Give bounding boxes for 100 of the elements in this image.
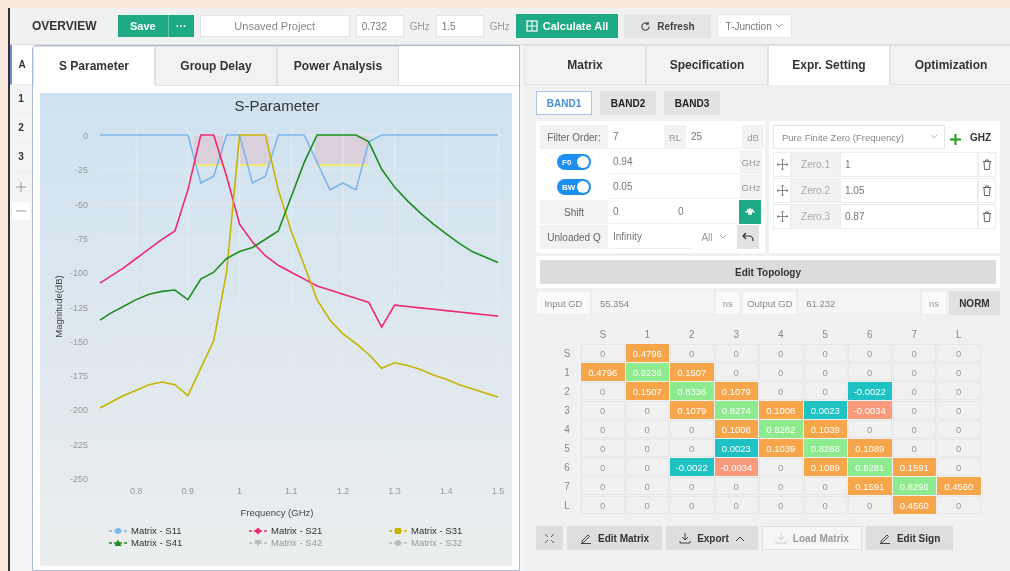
matrix-cell[interactable]: 0 (803, 496, 847, 514)
matrix-cell[interactable]: 0.1507 (670, 363, 714, 381)
matrix-cell[interactable]: 0 (581, 439, 625, 457)
matrix-cell[interactable]: 0 (759, 458, 803, 476)
band-tab[interactable]: BAND3 (664, 91, 720, 115)
delete-icon[interactable] (982, 185, 992, 196)
matrix-cell[interactable]: -0.0034 (848, 401, 892, 419)
matrix-cell[interactable]: 0.1089 (803, 458, 847, 476)
zero-value-field[interactable]: 1 (840, 152, 978, 177)
matrix-cell[interactable]: 0 (581, 496, 625, 514)
matrix-cell[interactable]: 0 (625, 458, 669, 476)
matrix-cell[interactable]: 0.1039 (759, 439, 803, 457)
matrix-cell[interactable]: -0.0022 (848, 382, 892, 400)
matrix-cell[interactable]: 0 (937, 344, 981, 362)
matrix-cell[interactable]: 0 (937, 439, 981, 457)
tab[interactable]: Specification (646, 45, 768, 85)
matrix-cell[interactable]: 0.1507 (625, 382, 669, 400)
matrix-cell[interactable]: 0.4796 (581, 363, 625, 381)
sidebar-item[interactable]: A (10, 45, 32, 85)
matrix-cell[interactable]: 0 (848, 344, 892, 362)
add-icon[interactable] (950, 133, 961, 145)
action-button[interactable]: Edit Matrix (567, 526, 663, 550)
matrix-cell[interactable]: 0.1079 (714, 382, 758, 400)
toggle-switch[interactable]: F0 (557, 154, 591, 170)
matrix-cell[interactable]: 0.9236 (625, 363, 669, 381)
matrix-cell[interactable]: 0 (848, 363, 892, 381)
matrix-cell[interactable]: 0 (803, 344, 847, 362)
matrix-cell[interactable]: 0 (670, 496, 714, 514)
matrix-cell[interactable]: 0 (625, 401, 669, 419)
legend-item[interactable]: Matrix - S11 (108, 525, 248, 536)
matrix-cell[interactable]: 0 (937, 420, 981, 438)
matrix-cell[interactable]: 0 (892, 439, 936, 457)
matrix-cell[interactable]: 0 (625, 496, 669, 514)
toggle-switch[interactable]: BW (557, 179, 591, 195)
matrix-cell[interactable]: 0 (625, 420, 669, 438)
matrix-cell[interactable]: 0.4560 (937, 477, 981, 495)
matrix-cell[interactable]: 0 (581, 458, 625, 476)
matrix-cell[interactable]: 0 (581, 420, 625, 438)
matrix-cell[interactable]: 0.4796 (625, 344, 669, 362)
drag-handle-icon[interactable] (776, 185, 788, 196)
matrix-cell[interactable]: 0 (670, 477, 714, 495)
matrix-cell[interactable]: 0 (581, 382, 625, 400)
drag-handle-icon[interactable] (776, 159, 788, 170)
matrix-cell[interactable]: 0 (759, 344, 803, 362)
matrix-cell[interactable]: 0.1039 (803, 420, 847, 438)
matrix-cell[interactable]: 0 (759, 363, 803, 381)
matrix-cell[interactable]: 0 (670, 420, 714, 438)
action-button[interactable]: Edit Sign (865, 526, 954, 550)
matrix-cell[interactable]: 0.8281 (848, 458, 892, 476)
project-name-field[interactable]: Unsaved Project (199, 15, 350, 37)
tab[interactable]: Matrix (524, 45, 646, 85)
matrix-cell[interactable]: 0 (625, 439, 669, 457)
matrix-cell[interactable]: 0 (581, 401, 625, 419)
matrix-cell[interactable]: 0 (892, 344, 936, 362)
matrix-cell[interactable]: 0.1089 (848, 439, 892, 457)
tab[interactable]: Power Analysis (277, 46, 399, 86)
matrix-cell[interactable]: 0 (581, 477, 625, 495)
matrix-cell[interactable]: 0 (892, 420, 936, 438)
matrix-cell[interactable]: -0.0034 (714, 458, 758, 476)
drag-handle-icon[interactable] (776, 211, 788, 222)
zero-value-field[interactable]: 0.87 (840, 204, 978, 229)
legend-item[interactable]: Matrix - S21 (248, 525, 388, 536)
matrix-cell[interactable]: 0 (670, 344, 714, 362)
matrix-cell[interactable]: 0 (625, 477, 669, 495)
band-tab[interactable]: BAND1 (536, 91, 592, 115)
matrix-cell[interactable]: 0 (937, 458, 981, 476)
zero-type-dropdown[interactable]: Pure Finite Zero (Frequency) (773, 125, 945, 149)
matrix-cell[interactable]: 0 (848, 496, 892, 514)
legend-item[interactable]: Matrix - S31 (388, 525, 528, 536)
delete-icon[interactable] (982, 159, 992, 170)
matrix-cell[interactable]: 0.4560 (892, 496, 936, 514)
matrix-cell[interactable]: 0.8262 (759, 420, 803, 438)
matrix-cell[interactable]: 0 (892, 382, 936, 400)
matrix-cell[interactable]: 0.1008 (714, 420, 758, 438)
matrix-cell[interactable]: 0.1008 (759, 401, 803, 419)
matrix-cell[interactable]: 0.0023 (803, 401, 847, 419)
matrix-cell[interactable]: 0.8336 (670, 382, 714, 400)
matrix-cell[interactable]: 0 (714, 496, 758, 514)
tune-button[interactable] (739, 200, 761, 224)
matrix-cell[interactable]: 0.8296 (892, 477, 936, 495)
matrix-cell[interactable]: 0.1591 (848, 477, 892, 495)
matrix-cell[interactable]: 0 (937, 382, 981, 400)
action-button[interactable]: Export (666, 526, 758, 550)
refresh-button[interactable]: Refresh (624, 14, 711, 38)
matrix-cell[interactable]: 0 (803, 363, 847, 381)
norm-button[interactable]: NORM (948, 291, 1000, 315)
matrix-cell[interactable]: 0.1079 (670, 401, 714, 419)
matrix-cell[interactable]: 0 (759, 382, 803, 400)
edit-topology-button[interactable]: Edit Topology (540, 260, 996, 284)
more-button[interactable]: ··· (167, 15, 194, 37)
matrix-cell[interactable]: 0 (714, 363, 758, 381)
matrix-cell[interactable]: 0 (759, 496, 803, 514)
matrix-cell[interactable]: 0.1591 (892, 458, 936, 476)
matrix-cell[interactable]: 0 (937, 363, 981, 381)
matrix-cell[interactable]: 0 (803, 477, 847, 495)
plus-icon[interactable] (16, 182, 26, 192)
matrix-cell[interactable]: 0.8274 (714, 401, 758, 419)
matrix-cell[interactable]: 0 (803, 382, 847, 400)
matrix-cell[interactable]: 0 (937, 496, 981, 514)
junction-dropdown[interactable]: T-Junction (716, 14, 792, 38)
